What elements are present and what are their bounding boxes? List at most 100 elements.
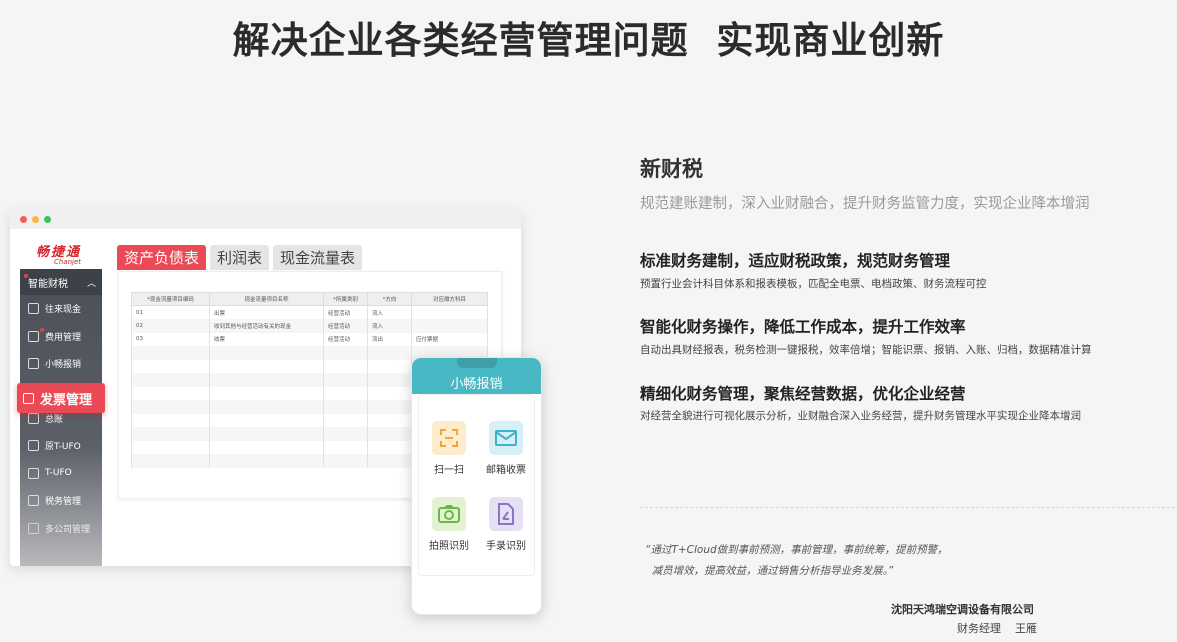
table-cell[interactable]	[367, 400, 412, 414]
table-row[interactable]: 03 收票 经营活动 流出 应付票据	[131, 332, 488, 346]
table-cell[interactable]	[367, 440, 412, 454]
table-cell[interactable]	[131, 386, 210, 400]
table-cell[interactable]	[323, 440, 368, 454]
table-cell[interactable]	[367, 427, 412, 441]
sidebar-group-header[interactable]: 智能财税 ︿	[20, 269, 102, 295]
table-cell[interactable]: 经营活动	[323, 332, 368, 346]
table-cell[interactable]: 经营活动	[323, 319, 368, 333]
feature-card: 扫一扫 邮箱收票 拍照识别 手录识别	[418, 394, 535, 576]
columns-icon	[28, 467, 39, 479]
table-cell[interactable]	[209, 413, 324, 427]
report-tabs: 资产负债表 利润表 现金流量表	[117, 245, 363, 270]
tab-income-statement[interactable]: 利润表	[210, 245, 270, 270]
sidebar-item-old-tufo[interactable]: 原T-UFO	[20, 432, 102, 460]
sidebar-item-tax[interactable]: 税务管理	[20, 487, 102, 515]
table-cell[interactable]: 收到其他与经营活动有关的现金	[209, 319, 324, 333]
table-cell[interactable]	[209, 400, 324, 414]
feature-label: 手录识别	[486, 541, 526, 552]
table-cell[interactable]: 流入	[367, 319, 412, 333]
manual-entry-button[interactable]: 手录识别	[476, 497, 536, 552]
page-headline: 解决企业各类经营管理问题 实现商业创新	[232, 19, 945, 62]
table-cell[interactable]: 流出	[367, 332, 412, 346]
table-cell[interactable]	[323, 413, 368, 427]
table-cell[interactable]	[131, 440, 210, 454]
sidebar-item-label: 原T-UFO	[45, 442, 81, 453]
table-cell[interactable]: 流入	[367, 305, 412, 319]
minimize-dot-icon[interactable]	[32, 215, 39, 223]
tab-balance-sheet[interactable]: 资产负债表	[117, 245, 207, 270]
table-cell[interactable]	[209, 359, 324, 373]
table-cell[interactable]	[209, 427, 324, 441]
table-row[interactable]: 02 收到其他与经营活动有关的现金 经营活动 流入	[131, 319, 488, 333]
sidebar-item-label: 费用管理	[45, 332, 82, 343]
table-cell[interactable]	[367, 346, 412, 360]
table-cell[interactable]	[209, 346, 324, 360]
section-subtitle: 规范建账建制，深入业财融合，提升财务监管力度，实现企业降本增润	[640, 196, 1090, 212]
table-cell[interactable]	[131, 359, 210, 373]
table-cell[interactable]	[209, 454, 324, 468]
table-cell[interactable]	[411, 319, 488, 333]
table-cell[interactable]	[131, 427, 210, 441]
column-header[interactable]: *所属类别	[323, 292, 368, 306]
sidebar-group-label: 智能财税	[28, 278, 68, 290]
divider	[640, 507, 1175, 508]
table-cell[interactable]	[367, 413, 412, 427]
table-cell[interactable]: 经营活动	[323, 305, 368, 319]
column-header[interactable]: 现金流量项目名称	[209, 292, 324, 306]
building-icon	[28, 522, 39, 534]
table-row[interactable]: 01 出票 经营活动 流入	[131, 305, 488, 319]
table-cell[interactable]: 02	[131, 319, 210, 333]
table-cell[interactable]	[323, 427, 368, 441]
table-cell[interactable]	[367, 386, 412, 400]
sidebar-active-label: 发票管理	[40, 392, 93, 408]
sidebar-item-tufo[interactable]: T-UFO	[20, 460, 102, 488]
table-cell[interactable]	[323, 359, 368, 373]
table-cell[interactable]: 01	[131, 305, 210, 319]
grid-icon	[28, 358, 39, 370]
close-dot-icon[interactable]	[20, 215, 27, 223]
table-cell[interactable]	[411, 305, 488, 319]
table-cell[interactable]	[131, 413, 210, 427]
mail-invoice-button[interactable]: 邮箱收票	[476, 421, 536, 476]
table-cell[interactable]	[323, 373, 368, 387]
sidebar-item-reimburse[interactable]: 小畅报销	[20, 350, 102, 378]
chevron-up-icon: ︿	[86, 278, 96, 289]
table-cell[interactable]	[209, 373, 324, 387]
column-header[interactable]: 对应缴方科目	[411, 292, 488, 306]
table-cell[interactable]: 收票	[209, 332, 324, 346]
table-cell[interactable]	[131, 373, 210, 387]
table-cell[interactable]	[367, 359, 412, 373]
sidebar-item-label: 小畅报销	[45, 360, 82, 371]
table-cell[interactable]	[131, 346, 210, 360]
table-cell[interactable]	[323, 400, 368, 414]
feature-title: 标准财务建制，适应财税政策，规范财务管理	[640, 252, 951, 270]
maximize-dot-icon[interactable]	[44, 215, 51, 223]
sidebar-item-label: T-UFO	[45, 468, 72, 479]
table-cell[interactable]	[323, 346, 368, 360]
column-header[interactable]: *现金流量项目编码	[131, 292, 210, 306]
section-title: 新财税	[640, 157, 703, 181]
table-cell[interactable]	[131, 454, 210, 468]
sidebar-item-label: 多公司管理	[45, 524, 91, 535]
sidebar-item-multi-company[interactable]: 多公司管理	[20, 515, 102, 543]
scan-button[interactable]: 扫一扫	[419, 421, 479, 476]
tab-cash-flow[interactable]: 现金流量表	[273, 245, 363, 270]
column-header[interactable]: *方向	[367, 292, 412, 306]
photo-recognize-button[interactable]: 拍照识别	[419, 497, 479, 552]
table-header-row: *现金流量项目编码 现金流量项目名称 *所属类别 *方向 对应缴方科目	[131, 292, 488, 306]
table-cell[interactable]: 03	[131, 332, 210, 346]
table-cell[interactable]: 应付票据	[411, 332, 488, 346]
table-cell[interactable]	[367, 373, 412, 387]
table-cell[interactable]	[209, 386, 324, 400]
testimonial-person: 财务经理 王雁	[957, 622, 1037, 635]
table-cell[interactable]	[209, 440, 324, 454]
table-cell[interactable]: 出票	[209, 305, 324, 319]
sidebar-item-expense[interactable]: 费用管理	[20, 323, 102, 351]
table-cell[interactable]	[131, 400, 210, 414]
feature-title: 精细化财务管理，聚焦经营数据，优化企业经营	[640, 385, 966, 403]
table-cell[interactable]	[323, 386, 368, 400]
table-cell[interactable]	[323, 454, 368, 468]
sidebar-item-cash[interactable]: 往来现金	[20, 295, 102, 323]
table-cell[interactable]	[367, 454, 412, 468]
sidebar-item-invoice-active[interactable]: 发票管理	[17, 383, 105, 413]
